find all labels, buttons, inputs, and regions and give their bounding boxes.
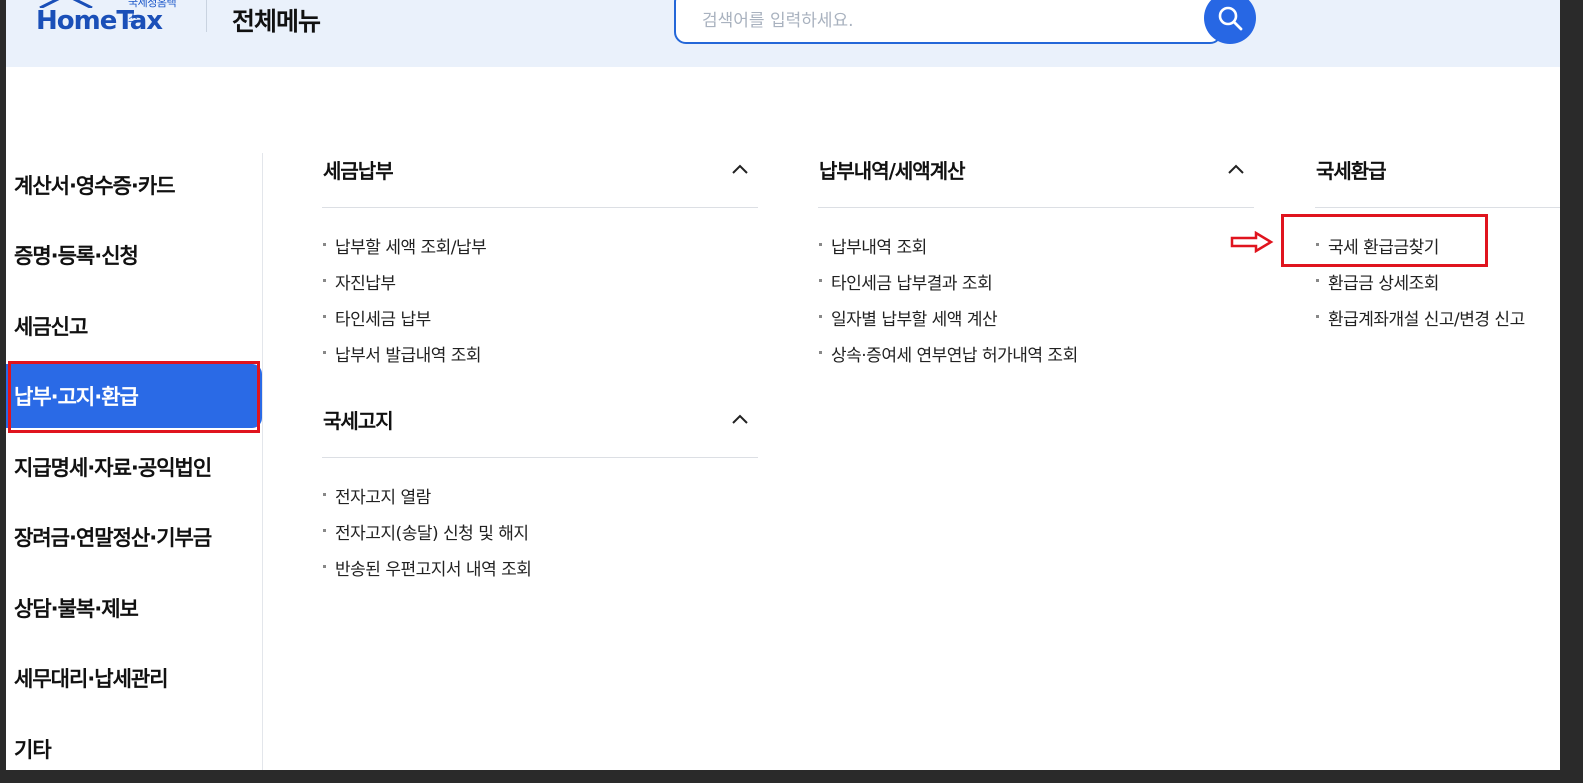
bullet-icon [819,278,822,282]
sidebar-item-tax-agent[interactable]: 세무대리·납세관리 [6,646,262,710]
menu-link[interactable]: 납부서 발급내역 조회 [323,341,482,366]
bullet-icon [1316,242,1319,246]
sidebar-item-consultation[interactable]: 상담·불복·제보 [6,576,262,640]
menu-link[interactable]: 자진납부 [323,269,396,294]
menu-link[interactable]: 환급금 상세조회 [1316,269,1439,294]
highlight-box-sidebar [8,361,260,433]
sidebar-item-invoice[interactable]: 계산서·영수증·카드 [6,153,262,217]
page-frame: 국세청홈택스 HomeTax 전체메뉴 계산서·영수증·카드 증명·등록·신청 … [6,0,1560,770]
logo-text: HomeTax [36,6,163,36]
menu-link[interactable]: 상속·증여세 연부연납 허가내역 조회 [819,341,1078,366]
sidebar-item-payment-statement[interactable]: 지급명세·자료·공익법인 [6,435,262,499]
menu-link[interactable]: 납부할 세액 조회/납부 [323,233,487,258]
menu-link[interactable]: 일자별 납부할 세액 계산 [819,305,998,330]
header-divider [206,0,207,32]
bullet-icon [323,350,326,354]
search-icon [1218,6,1243,31]
chevron-up-icon[interactable] [731,163,749,175]
section-title-tax-payment: 세금납부 [323,159,394,183]
bullet-icon [819,314,822,318]
section-title-tax-notice: 국세고지 [323,409,394,433]
menu-link[interactable]: 반송된 우편고지서 내역 조회 [323,555,532,580]
bullet-icon [323,314,326,318]
sidebar-item-tax-filing[interactable]: 세금신고 [6,294,262,358]
page-title: 전체메뉴 [232,7,321,36]
menu-link[interactable]: 납부내역 조회 [819,233,927,258]
bullet-icon [323,278,326,282]
section-title-tax-refund: 국세환급 [1316,159,1387,183]
menu-link[interactable]: 타인세금 납부 [323,305,431,330]
sidebar-item-certificate[interactable]: 증명·등록·신청 [6,223,262,287]
bullet-icon [1316,278,1319,282]
sidebar: 계산서·영수증·카드 증명·등록·신청 세금신고 납부·고지·환급 지급명세·자… [6,153,263,770]
section-divider [322,457,758,458]
section-title-payment-history: 납부내역/세액계산 [819,159,966,183]
bullet-icon [819,242,822,246]
bullet-icon [323,492,326,496]
bullet-icon [323,564,326,568]
sidebar-item-etc[interactable]: 기타 [6,717,262,770]
menu-link[interactable]: 타인세금 납부결과 조회 [819,269,993,294]
menu-link[interactable]: 전자고지 열람 [323,483,431,508]
menu-link[interactable]: 전자고지(송달) 신청 및 해지 [323,519,529,544]
menu-link-refund-search[interactable]: 국세 환급금찾기 [1316,233,1439,258]
bullet-icon [323,242,326,246]
bullet-icon [323,528,326,532]
section-divider [818,207,1254,208]
search-input[interactable] [700,10,1184,32]
bullet-icon [1316,314,1319,318]
arrow-right-icon [1230,231,1274,253]
sidebar-item-incentive-yearend[interactable]: 장려금·연말정산·기부금 [6,505,262,569]
search-button[interactable] [1204,0,1256,44]
bullet-icon [819,350,822,354]
search-box [674,0,1222,44]
menu-link[interactable]: 환급계좌개설 신고/변경 신고 [1316,305,1525,330]
chevron-up-icon[interactable] [1227,163,1245,175]
hometax-logo[interactable]: 국세청홈택스 HomeTax [32,0,182,46]
chevron-up-icon[interactable] [731,413,749,425]
section-divider [322,207,758,208]
header: 국세청홈택스 HomeTax 전체메뉴 [6,0,1560,67]
section-divider [1315,207,1560,208]
